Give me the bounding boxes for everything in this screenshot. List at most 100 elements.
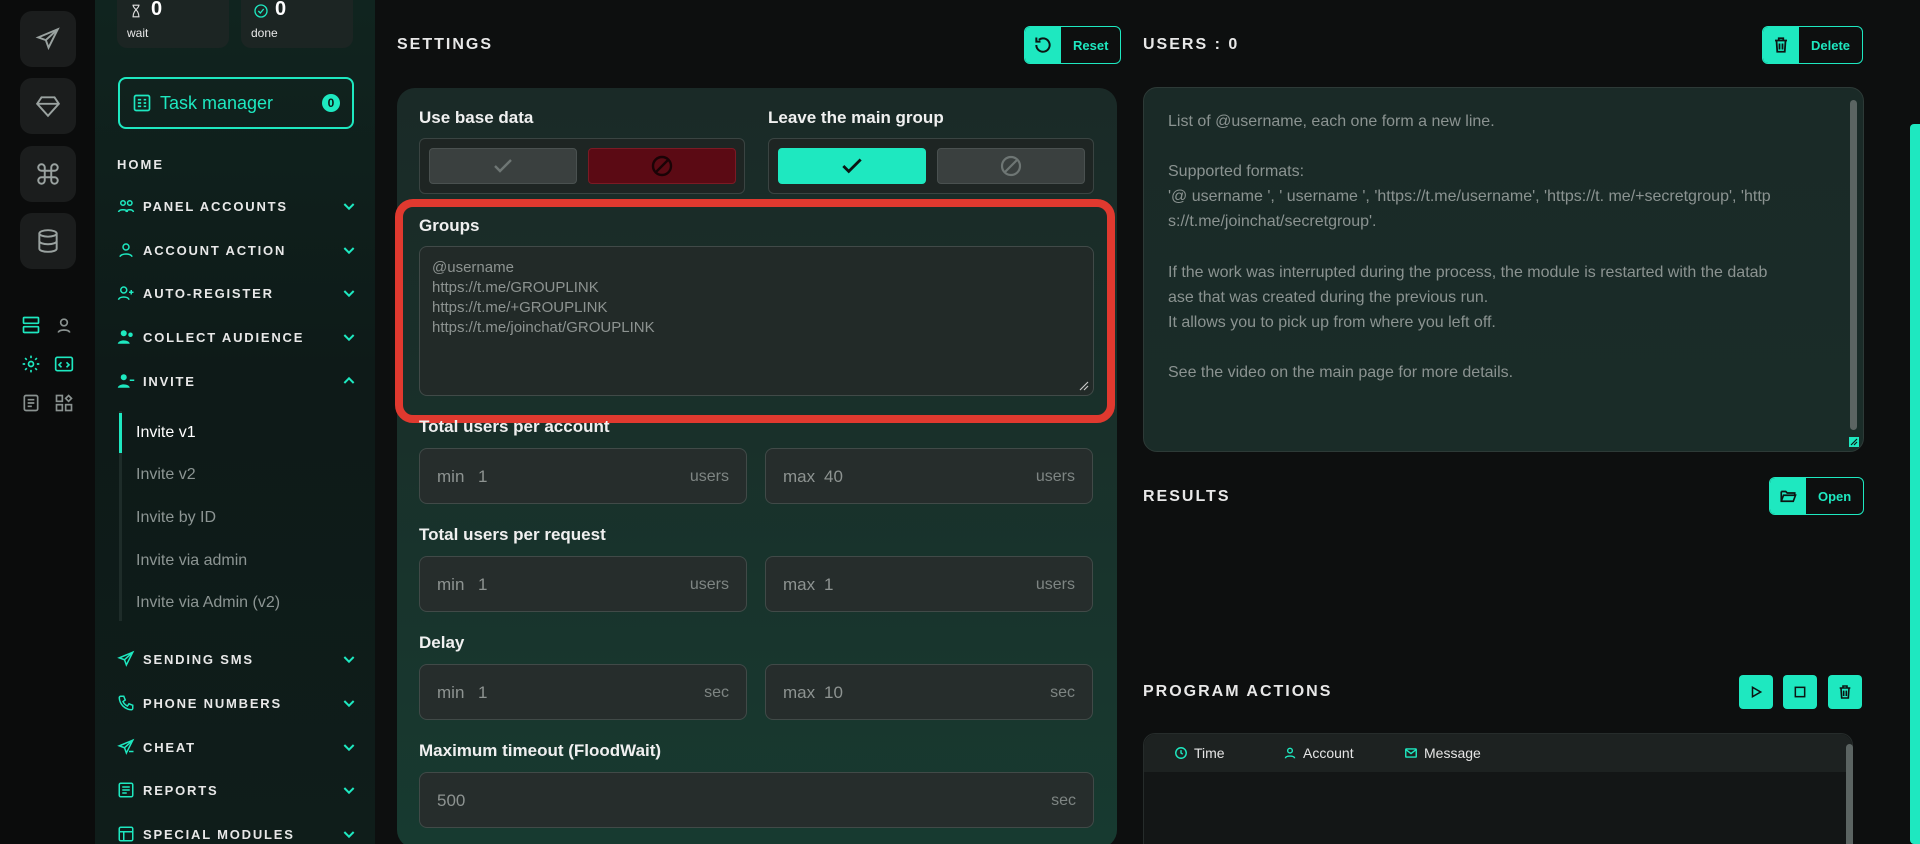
chevron-down-icon <box>343 787 355 795</box>
log-header: Time Account Message <box>1144 734 1852 772</box>
folder-open-icon <box>1780 490 1797 503</box>
nav-phone-numbers[interactable]: PHONE NUMBERS <box>117 691 357 715</box>
nav-panel-accounts[interactable]: PANEL ACCOUNTS <box>117 194 357 218</box>
nav-special-modules[interactable]: SPECIAL MODULES <box>117 822 357 844</box>
page-scrollbar[interactable] <box>1910 124 1920 844</box>
delay-min[interactable]: min 1 sec <box>419 664 747 720</box>
widgets-button[interactable] <box>52 391 76 415</box>
submenu-invite-via-admin-v2[interactable]: Invite via Admin (v2) <box>136 594 280 612</box>
submenu-invite-v2[interactable]: Invite v2 <box>136 466 196 484</box>
stop-button[interactable] <box>1783 675 1817 709</box>
delete-users-button[interactable]: Delete <box>1762 26 1864 64</box>
submenu-invite-v1[interactable]: Invite v1 <box>136 424 196 442</box>
log-col-account[interactable]: Account <box>1283 745 1354 761</box>
min-prefix: min <box>437 575 465 594</box>
leave-main-group-toggle <box>768 138 1094 194</box>
submenu-invite-via-admin[interactable]: Invite via admin <box>136 552 247 570</box>
submenu-active-indicator <box>119 413 122 453</box>
nav-home[interactable]: HOME <box>117 157 164 172</box>
command-rail-button[interactable] <box>20 146 76 202</box>
use-base-data-no[interactable] <box>588 148 736 184</box>
users-placeholder-line: It allows you to pick up from where you … <box>1168 314 1496 331</box>
user-group-icon <box>117 330 133 344</box>
users-placeholder-line: ase that was created during the previous… <box>1168 289 1489 306</box>
command-icon <box>37 163 59 185</box>
nav-invite[interactable]: INVITE <box>117 369 357 393</box>
settings-button[interactable] <box>19 352 43 376</box>
nav-reports[interactable]: REPORTS <box>117 778 357 802</box>
users-placeholder-line: s://t.me/joinchat/secretgroup'. <box>1168 213 1377 230</box>
users-scrollbar[interactable] <box>1850 100 1857 430</box>
user-invite-icon <box>117 374 135 388</box>
nav-cheat[interactable]: CHEAT <box>117 735 357 759</box>
play-button[interactable] <box>1739 675 1773 709</box>
wait-stat: 0 wait <box>117 0 229 48</box>
ban-icon <box>651 155 673 177</box>
task-manager-button[interactable]: Task manager 0 <box>118 77 354 129</box>
min-value: 1 <box>478 575 488 594</box>
database-rail-button[interactable] <box>20 213 76 269</box>
clock-icon <box>1175 747 1187 759</box>
code-window-icon <box>54 356 74 372</box>
docs-button[interactable] <box>19 391 43 415</box>
profile-button[interactable] <box>52 313 76 337</box>
unit-label: sec <box>704 684 729 701</box>
leave-main-group-no[interactable] <box>937 148 1085 184</box>
wait-count: 0 <box>151 0 163 20</box>
max-prefix: max <box>783 575 816 594</box>
users-icon <box>117 200 135 213</box>
nav-collect-audience[interactable]: COLLECT AUDIENCE <box>117 325 357 349</box>
wait-label: wait <box>127 26 149 40</box>
users-per-account-max[interactable]: max 40 users <box>765 448 1093 504</box>
send-rail-button[interactable] <box>20 11 76 67</box>
log-scrollbar[interactable] <box>1846 744 1853 844</box>
max-value: 1 <box>824 575 834 594</box>
users-per-request-max[interactable]: max 1 users <box>765 556 1093 612</box>
clear-log-button[interactable] <box>1828 675 1862 709</box>
profile-icon <box>57 318 71 333</box>
users-placeholder-line: Supported formats: <box>1168 163 1305 180</box>
send-icon <box>117 650 135 667</box>
nav-account-action[interactable]: ACCOUNT ACTION <box>117 238 357 262</box>
unit-label: sec <box>1051 792 1076 809</box>
submenu-invite-by-id[interactable]: Invite by ID <box>136 509 216 527</box>
nav-label: SPECIAL MODULES <box>143 826 295 842</box>
open-results-button[interactable]: Open <box>1769 477 1865 515</box>
use-base-data-yes[interactable] <box>429 148 577 184</box>
chevron-down-icon <box>343 656 355 664</box>
hourglass-icon <box>132 4 140 18</box>
chevron-down-icon <box>343 203 355 211</box>
done-label: done <box>251 26 278 40</box>
nav-auto-register[interactable]: AUTO-REGISTER <box>117 281 357 305</box>
leave-main-group-yes[interactable] <box>778 148 926 184</box>
delay-max[interactable]: max 10 sec <box>765 664 1093 720</box>
check-icon <box>842 158 862 174</box>
widgets-icon <box>55 394 73 412</box>
phone-icon <box>118 695 134 711</box>
ban-icon <box>1000 155 1022 177</box>
results-title: RESULTS <box>1143 488 1231 505</box>
nav-sending-sms[interactable]: SENDING SMS <box>117 647 357 671</box>
resize-handle-icon[interactable] <box>1849 437 1859 447</box>
chevron-down-icon <box>343 247 355 255</box>
reset-icon <box>1035 37 1051 53</box>
users-placeholder-line: List of @username, each one form a new l… <box>1168 113 1495 130</box>
diamond-rail-button[interactable] <box>20 78 76 134</box>
code-button[interactable] <box>52 352 76 376</box>
reset-button[interactable]: Reset <box>1024 26 1122 64</box>
settings-title: SETTINGS <box>397 36 494 53</box>
max-timeout-input[interactable]: 500 sec <box>419 772 1094 828</box>
users-per-account-min[interactable]: min 1 users <box>419 448 747 504</box>
task-manager-badge: 0 <box>322 94 340 112</box>
users-per-request-min[interactable]: min 1 users <box>419 556 747 612</box>
min-prefix: min <box>437 683 465 702</box>
unit-label: sec <box>1050 684 1075 701</box>
users-textarea[interactable]: List of @username, each one form a new l… <box>1143 87 1864 452</box>
program-log-table: Time Account Message <box>1143 733 1853 844</box>
log-col-message[interactable]: Message <box>1404 745 1481 761</box>
open-label: Open <box>1818 488 1852 504</box>
server-settings-button[interactable] <box>19 313 43 337</box>
program-actions-title: PROGRAM ACTIONS <box>1143 683 1333 700</box>
log-col-time[interactable]: Time <box>1174 745 1225 761</box>
check-circle-icon <box>254 4 268 18</box>
